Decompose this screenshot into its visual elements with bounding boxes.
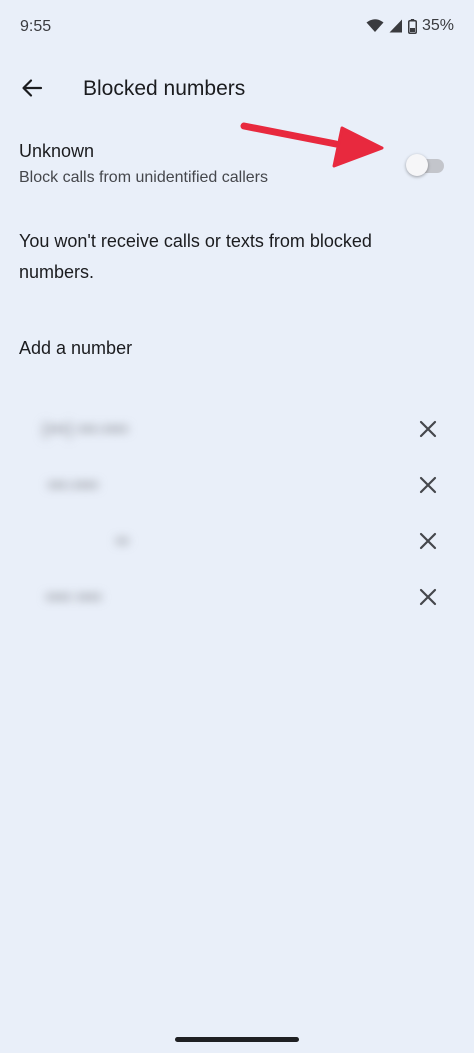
battery-icon xyxy=(407,18,417,34)
status-bar: 9:55 35% xyxy=(0,0,474,56)
remove-number-button[interactable] xyxy=(414,473,442,501)
wifi-icon xyxy=(366,19,384,33)
close-icon xyxy=(419,420,437,443)
status-icons: 35% xyxy=(366,17,454,35)
blocked-numbers-list: (•••) •••-•••• •••-•••• •• •••• •••• xyxy=(0,403,474,627)
block-unknown-setting[interactable]: Unknown Block calls from unidentified ca… xyxy=(0,132,474,200)
setting-title: Unknown xyxy=(19,141,95,161)
battery-percentage: 35% xyxy=(421,17,454,34)
setting-subtitle: Block calls from unidentified callers xyxy=(19,169,268,186)
close-icon xyxy=(419,476,437,499)
signal-icon xyxy=(389,19,403,33)
blocked-number: •••• •••• xyxy=(46,587,102,607)
block-unknown-toggle[interactable] xyxy=(406,154,444,176)
remove-number-button[interactable] xyxy=(414,585,442,613)
toggle-thumb xyxy=(406,154,428,176)
app-bar: Blocked numbers xyxy=(0,62,474,118)
page-title: Blocked numbers xyxy=(83,77,246,100)
remove-number-button[interactable] xyxy=(414,417,442,445)
blocked-number-row: •••• •••• xyxy=(0,571,474,627)
add-number-button[interactable]: Add a number xyxy=(19,338,132,359)
blocked-number: (•••) •••-•••• xyxy=(42,419,129,439)
back-button[interactable] xyxy=(12,70,52,110)
blocked-number-row: •• xyxy=(0,515,474,571)
blocked-number-row: •••-•••• xyxy=(0,459,474,515)
status-time: 9:55 xyxy=(20,18,52,35)
blocked-info-text: You won't receive calls or texts from bl… xyxy=(19,231,372,282)
remove-number-button[interactable] xyxy=(414,529,442,557)
close-icon xyxy=(419,588,437,611)
blocked-number-row: (•••) •••-•••• xyxy=(0,403,474,459)
blocked-number: •••-•••• xyxy=(48,475,99,495)
arrow-back-icon xyxy=(21,78,43,103)
blocked-number: •• xyxy=(116,531,129,551)
close-icon xyxy=(419,532,437,555)
gesture-nav-handle[interactable] xyxy=(175,1037,299,1042)
